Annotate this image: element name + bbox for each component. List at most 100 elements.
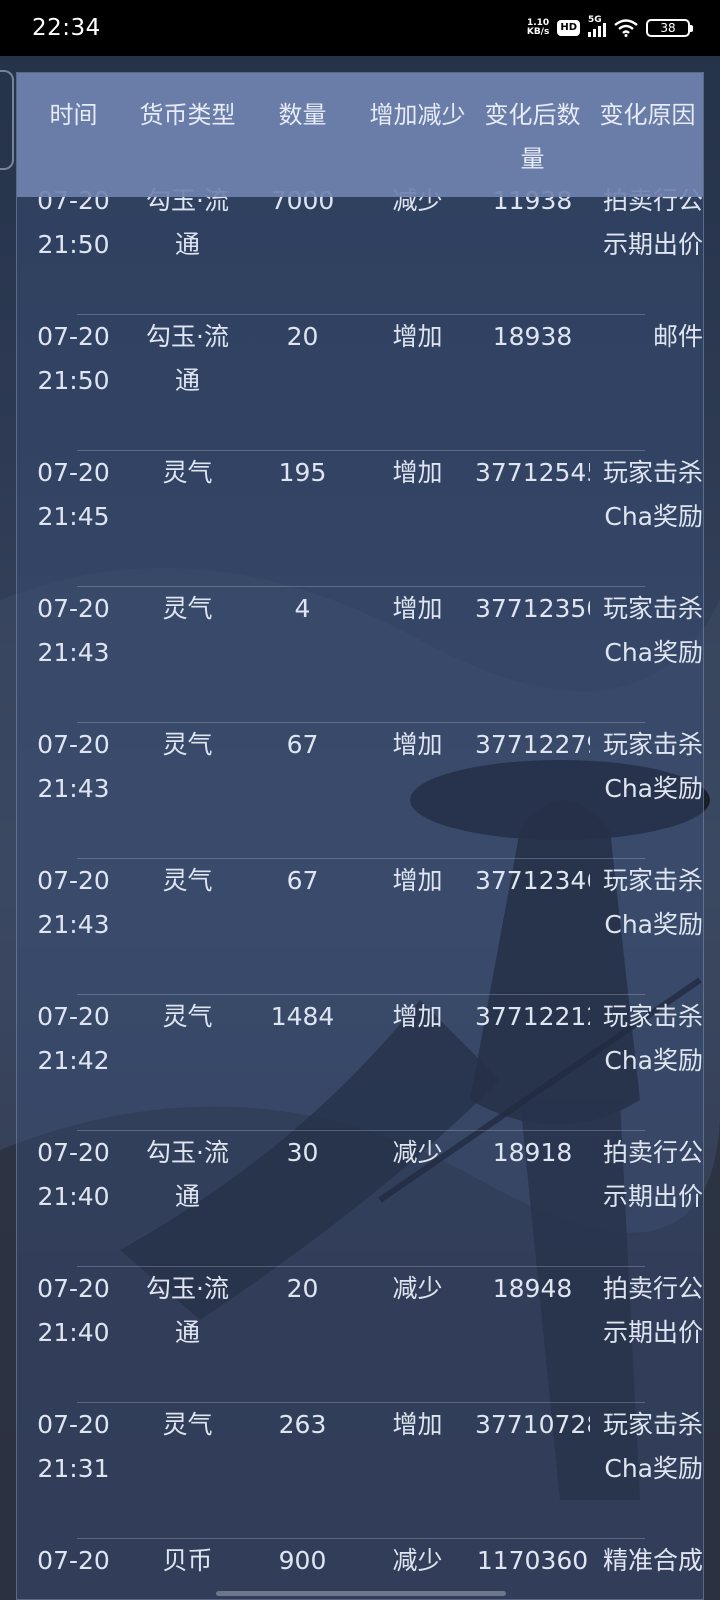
cell-currency-type: 灵气 <box>130 859 245 903</box>
cell-time: 07-20 21:40 <box>17 1267 130 1355</box>
header-amount: 数量 <box>278 101 327 129</box>
cell-direction: 减少 <box>360 1267 475 1311</box>
cell-amount: 900 <box>245 1539 360 1583</box>
cell-currency-type-line: 灵气 <box>162 730 213 759</box>
cell-reason-line: 玩家击杀 <box>602 1410 703 1439</box>
table-row: 07-20 21:43 灵气 67 增加 37712346 玩家击杀 Cha奖励 <box>17 859 703 995</box>
cell-balance: 1170360 <box>475 1539 590 1583</box>
cell-reason-line: Cha奖励 <box>604 502 703 531</box>
cell-reason-line: 拍卖行公 <box>602 1138 703 1167</box>
cell-time-line: 07-20 <box>37 1546 110 1575</box>
cell-reason: 玩家击杀 Cha奖励 <box>590 995 703 1083</box>
cell-amount-line: 263 <box>278 1410 327 1439</box>
cell-direction: 增加 <box>360 723 475 767</box>
cell-reason: 邮件 <box>590 315 703 359</box>
cell-time: 07-20 21:40 <box>17 1131 130 1219</box>
cell-currency-type-line: 灵气 <box>162 866 213 895</box>
cell-time-line: 21:45 <box>37 502 110 531</box>
hd-icon: HD <box>557 20 580 36</box>
header-time: 时间 <box>49 101 98 129</box>
cell-currency-type-line: 通 <box>174 366 200 395</box>
table-row: 07-20 21:50 勾玉·流通 20 增加 18938 邮件 <box>17 315 703 451</box>
cell-balance-line: 37712212 <box>475 1002 590 1031</box>
cell-amount-line: 67 <box>286 866 319 895</box>
cell-direction: 增加 <box>360 1403 475 1447</box>
cell-time-line: 21:43 <box>37 910 110 939</box>
header-reason: 变化原因 <box>599 101 696 129</box>
cell-balance-line: 37712545 <box>475 458 590 487</box>
cell-direction-line: 增加 <box>392 594 443 623</box>
cell-reason-line: 玩家击杀 <box>602 730 703 759</box>
cell-time-line: 07-20 <box>37 458 110 487</box>
cell-direction-line: 增加 <box>392 1410 443 1439</box>
cell-currency-type-line: 通 <box>174 1182 200 1211</box>
cell-direction-line: 增加 <box>392 458 443 487</box>
cell-time-line: 21:43 <box>37 774 110 803</box>
cell-reason: 玩家击杀 Cha奖励 <box>590 723 703 811</box>
screen: 22:34 1.10 KB/s HD 5G 38 07-20 21:50 勾玉·… <box>0 0 720 1600</box>
cell-currency-type-line: 贝币 <box>162 1546 213 1575</box>
cell-direction-line: 增加 <box>392 730 443 759</box>
cell-direction-line: 减少 <box>392 1138 443 1167</box>
cell-reason-line: 玩家击杀 <box>602 1002 703 1031</box>
header-currency-type: 货币类型 <box>139 101 236 129</box>
cell-time-line: 21:43 <box>37 638 110 667</box>
table-row: 07-20 21:43 灵气 4 增加 37712350 玩家击杀 Cha奖励 <box>17 587 703 723</box>
cell-balance-line: 37710728 <box>475 1410 590 1439</box>
cell-reason: 玩家击杀 Cha奖励 <box>590 859 703 947</box>
cell-reason: 玩家击杀 Cha奖励 <box>590 451 703 539</box>
cell-amount: 20 <box>245 315 360 359</box>
cell-amount-line: 900 <box>278 1546 327 1575</box>
cell-direction: 增加 <box>360 995 475 1039</box>
table-row: 07-20 21:50 勾玉·流通 7000 减少 11938 拍卖行公 示期出价 <box>17 179 703 315</box>
cell-amount-line: 67 <box>286 730 319 759</box>
cell-currency-type: 灵气 <box>130 451 245 495</box>
cell-reason-line: 邮件 <box>652 322 703 351</box>
currency-log-rows[interactable]: 07-20 21:50 勾玉·流通 7000 减少 11938 拍卖行公 示期出价 07-20 2… <box>17 179 703 1599</box>
cell-direction-line: 增加 <box>392 322 443 351</box>
table-header: 时间 货币类型 数量 增加减少 变化后数量 变化原因 <box>17 73 703 197</box>
battery-level: 38 <box>660 21 676 35</box>
cell-currency-type-line: 勾玉·流 <box>146 1274 229 1303</box>
cell-reason-line: Cha奖励 <box>604 1046 703 1075</box>
cell-time-line: 21:40 <box>37 1182 110 1211</box>
network-speed: 1.10 KB/s <box>527 19 549 37</box>
cell-direction-line: 减少 <box>392 1274 443 1303</box>
cell-amount: 4 <box>245 587 360 631</box>
cell-time: 07-20 21:42 <box>17 995 130 1083</box>
cell-reason: 玩家击杀 Cha奖励 <box>590 587 703 675</box>
cell-reason-line: 玩家击杀 <box>602 458 703 487</box>
cell-amount-line: 20 <box>286 322 319 351</box>
cell-amount-line: 1484 <box>270 1002 335 1031</box>
cell-time-line: 21:40 <box>37 1318 110 1347</box>
cell-reason-line: Cha奖励 <box>604 1454 703 1483</box>
cell-time-line: 21:42 <box>37 1046 110 1075</box>
cell-time: 07-20 21:43 <box>17 723 130 811</box>
cell-time: 07-20 21:43 <box>17 859 130 947</box>
cell-direction-line: 增加 <box>392 866 443 895</box>
cell-reason-line: Cha奖励 <box>604 638 703 667</box>
cell-balance: 37712350 <box>475 587 590 631</box>
cell-currency-type: 勾玉·流通 <box>130 1267 245 1355</box>
cell-direction: 减少 <box>360 1539 475 1583</box>
cell-balance: 37712545 <box>475 451 590 495</box>
cell-reason-line: 示期出价 <box>602 1318 703 1347</box>
cell-balance-line: 37712350 <box>475 594 590 623</box>
cell-time: 07-20 21:50 <box>17 315 130 403</box>
cell-time: 07-20 21:31 <box>17 1403 130 1491</box>
side-panel-handle[interactable] <box>0 70 14 170</box>
cell-currency-type: 灵气 <box>130 587 245 631</box>
cell-balance-line: 18918 <box>492 1138 573 1167</box>
cell-direction: 减少 <box>360 1131 475 1175</box>
cell-time-line: 21:50 <box>37 366 110 395</box>
cell-time-line: 07-20 <box>37 322 110 351</box>
cell-balance: 18948 <box>475 1267 590 1311</box>
signal-icon: 5G <box>588 15 606 37</box>
home-indicator[interactable] <box>216 1591 506 1596</box>
cell-currency-type: 灵气 <box>130 995 245 1039</box>
cell-reason-line: 玩家击杀 <box>602 866 703 895</box>
cell-currency-type-line: 灵气 <box>162 1410 213 1439</box>
cell-time-line: 21:31 <box>37 1454 110 1483</box>
cell-time: 07-20 21:43 <box>17 587 130 675</box>
cell-reason-line: Cha奖励 <box>604 910 703 939</box>
